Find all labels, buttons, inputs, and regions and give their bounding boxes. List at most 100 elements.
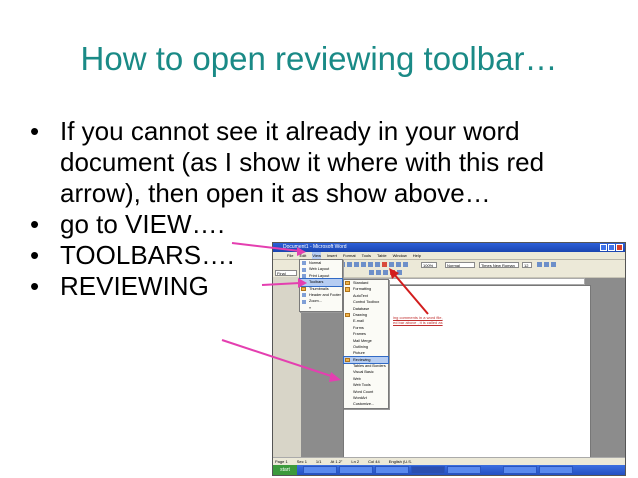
status-field: Ln 2 [351,459,360,464]
maximize-icon [608,244,615,251]
menu-item-label: Picture [353,351,365,356]
bullet-dot: • [30,240,40,270]
status-field: Sec 1 [296,459,307,464]
menu-help[interactable]: Help [413,252,421,259]
bullet-item: • If you cannot see it already in your wo… [26,116,616,209]
bold-icon [537,262,542,267]
taskbar-item[interactable] [411,466,445,474]
toolbar-icon [389,262,394,267]
toolbar-icon [368,262,373,267]
bullet-item: • go to VIEW…. [26,209,616,240]
word-title-bar: Document1 - Microsoft Word [273,243,625,252]
minimize-icon [600,244,607,251]
font-box: Times New Roman [479,262,519,268]
status-field: English (U.S. [388,459,413,464]
toolbar-icon [375,262,380,267]
taskbar: start [273,465,625,475]
size-box: 12 [522,262,532,268]
toolbar-icon [390,270,395,275]
menu-window[interactable]: Window [393,252,407,259]
taskbar-item[interactable] [375,466,409,474]
menu-item-label: Header and Footer [309,292,341,297]
menu-item-label: Database [353,306,370,311]
italic-icon [544,262,549,267]
menu-item-label: Frames [353,332,366,337]
menu-item-label: » [309,305,312,310]
menu-item-label: Mail Merge [353,338,372,343]
menu-item-label: Drawing [353,312,367,317]
toolbar-icon [403,262,408,267]
word-screenshot: Document1 - Microsoft Word File Edit View I… [272,242,626,476]
menu-item-label: Reviewing [353,357,371,362]
menu-item-label: Print Layout [309,273,330,278]
toolbar-icon [382,262,387,267]
menu-item-label: Web Tools [353,383,371,388]
taskbar-item[interactable] [503,466,537,474]
menu-item-label: Control Toolbox [353,300,380,305]
bullet-text: TOOLBARS…. [60,240,235,270]
menu-table[interactable]: Table [377,252,387,259]
toolbars-menu-item[interactable]: Customize... [344,401,388,407]
checkmark-icon [301,286,306,291]
toolbars-submenu: Standard Formatting AutoText Control Toolbo… [343,279,389,409]
checkmark-icon [345,312,350,318]
taskbar-item[interactable] [303,466,337,474]
style-box: Normal [445,262,475,268]
menu-item-label: Standard [353,281,369,285]
status-field: 1/1 [315,459,322,464]
slide-title: How to open reviewing toolbar… [80,40,558,77]
menu-item-label: Forms [353,325,364,330]
menu-insert[interactable]: Insert [327,252,337,259]
underline-icon [551,262,556,267]
view-menu: Normal Web Layout Print Layout Toolbars Thum… [299,259,343,313]
menu-edit[interactable]: Edit [299,252,306,259]
menu-item-icon [301,273,306,278]
menu-item-label: WordArt [353,396,367,401]
taskbar-item[interactable] [339,466,373,474]
doc-line: ed bar above , it is called as [393,320,463,325]
menu-item-icon [301,299,306,304]
bullet-dot: • [30,271,40,301]
menu-item-label: Zoom... [309,299,322,304]
menu-format[interactable]: Format [343,252,356,259]
word-status-bar: Page 1 Sec 1 1/1 At 1.2" Ln 2 Col 44 English (… [273,457,625,465]
menu-view[interactable]: View [312,252,321,259]
menu-item-label: E-mail [353,319,364,324]
toolbar-icon [369,270,374,275]
menu-item-label: Formatting [353,287,372,292]
toolbar-icon [361,262,366,267]
taskbar-item[interactable] [539,466,573,474]
menu-item-label: Normal [309,261,322,265]
menu-item-label: Word Count [353,389,374,394]
toolbar-icon [396,262,401,267]
view-menu-item[interactable]: » [300,305,342,311]
toolbar-icon [347,262,352,267]
left-pane [273,277,301,457]
doc-line-text: ed bar above , it is called as [393,320,443,325]
toolbar-icon [383,270,388,275]
menu-item-label: Visual Basic [353,370,374,375]
menu-item-label: Thumbnails [309,286,329,291]
bullet-dot: • [30,209,40,239]
menu-file[interactable]: File [287,252,293,259]
taskbar-item[interactable] [447,466,481,474]
menu-item-label: Tables and Borders [353,364,386,369]
start-button[interactable]: start [273,465,297,475]
menu-item-label: Outlining [353,344,368,349]
status-field: Col 44 [368,459,380,464]
checkmark-icon [345,357,350,363]
checkmark-icon [345,281,350,286]
menu-item-label: Customize... [353,402,375,407]
display-for-review-box: Final Showing [275,270,297,281]
menu-item-label: Web Layout [309,267,330,272]
slide: How to open reviewing toolbar… • If you c… [0,0,638,478]
bullet-text: If you cannot see it already in your wor… [60,116,545,208]
toolbar-icon [376,270,381,275]
toolbar-icon [354,262,359,267]
toolbar-icon [397,270,402,275]
close-icon [616,244,623,251]
status-field: At 1.2" [330,459,343,464]
menu-tools[interactable]: Tools [362,252,371,259]
zoom-box: 100% [421,262,437,268]
menu-item-icon [301,267,306,272]
